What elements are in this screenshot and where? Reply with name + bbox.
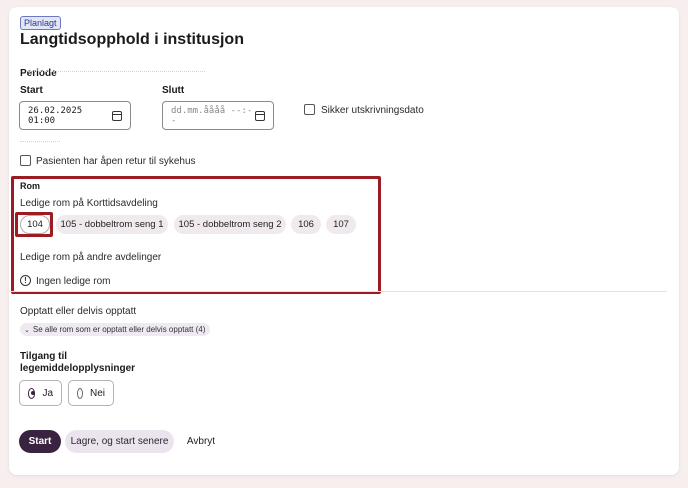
radio-button-off [77,387,83,399]
page-title: Langtidsopphold i institusjon [20,31,244,48]
divider [9,291,667,292]
calendar-icon[interactable] [255,110,265,121]
tilgang-label-line1: Tilgang til [20,351,68,362]
save-later-button[interactable]: Lagre, og start senere [65,430,174,453]
opptatt-label: Opptatt eller delvis opptatt [20,306,137,317]
periode-label: Periode [20,68,57,79]
start-datetime-value: 26.02.2025 01:00 [28,105,83,126]
tilgang-label-line2: legemiddelopplysninger [20,363,136,374]
dotted-line [20,141,60,142]
slutt-label: Slutt [162,85,185,96]
room-chip-107[interactable]: 107 [326,215,356,234]
room-chip-105-1[interactable]: 105 - dobbeltrom seng 1 [56,215,168,234]
radio-nei[interactable]: Nei [68,380,114,406]
cancel-button[interactable]: Avbryt [180,430,222,453]
start-datetime-input[interactable]: 26.02.2025 01:00 [19,101,131,130]
ledige-andre-label: Ledige rom på andre avdelinger [20,252,162,263]
selected-room-highlight [15,212,53,237]
radio-button-on [28,387,36,399]
retur-checkbox[interactable] [20,155,31,166]
chevron-down-icon: ⌄ [24,326,30,334]
ingen-ledige-label: Ingen ledige rom [36,276,111,287]
show-occupied-toggle[interactable]: ⌄ Se alle rom som er opptatt eller delvi… [20,323,211,336]
retur-label: Pasienten har åpen retur til sykehus [36,156,196,167]
sikker-utskrivning-checkbox[interactable] [304,104,315,115]
room-chip-106[interactable]: 106 [291,215,321,234]
room-chip-105-2[interactable]: 105 - dobbeltrom seng 2 [174,215,286,234]
calendar-icon[interactable] [112,110,122,121]
rom-label: Rom [20,181,40,191]
start-label: Start [20,85,43,96]
info-icon: ! [20,275,31,286]
radio-ja[interactable]: Ja [19,380,62,406]
sikker-utskrivning-label: Sikker utskrivningsdato [321,105,424,116]
show-occupied-label: Se alle rom som er opptatt eller delvis … [32,325,206,334]
start-button[interactable]: Start [19,430,61,453]
slutt-datetime-input[interactable]: dd.mm.åååå --:-- [162,101,274,130]
periode-dotted-line [20,71,205,72]
ledige-korttid-label: Ledige rom på Korttidsavdeling [20,198,158,209]
slutt-datetime-placeholder: dd.mm.åååå --:-- [171,105,253,126]
radio-nei-label: Nei [89,387,105,399]
status-badge: Planlagt [20,16,61,30]
radio-ja-label: Ja [42,387,53,399]
